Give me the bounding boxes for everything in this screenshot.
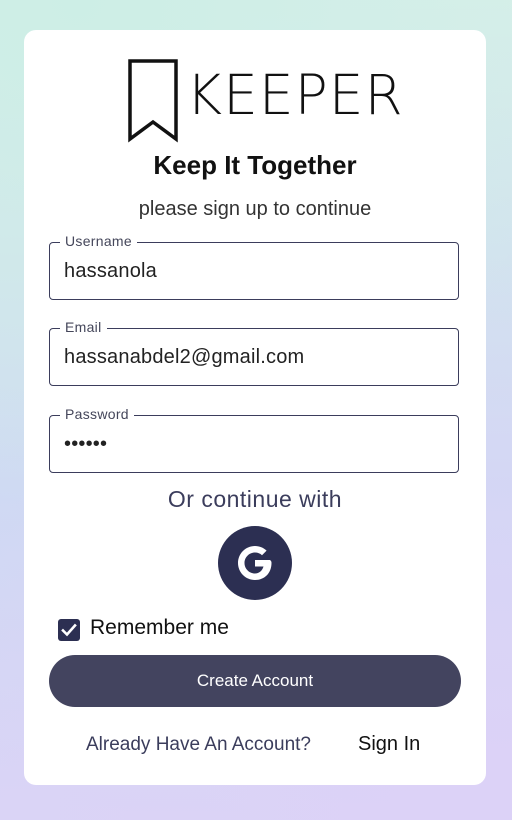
subtitle: please sign up to continue [138,198,372,220]
email-input[interactable]: hassanabdel2@gmail.com [64,346,304,369]
already-have-account-text: Already Have An Account? [86,734,311,755]
create-account-button[interactable]: Create Account [49,655,461,707]
email-label: Email [60,319,107,335]
google-signin-button[interactable] [218,526,292,600]
bookmark-icon [128,59,178,143]
remember-me-checkbox[interactable] [58,619,80,641]
username-label: Username [60,233,137,249]
username-field[interactable]: Username hassanola [49,233,459,300]
check-icon [61,623,77,637]
remember-me-label[interactable]: Remember me [90,616,229,640]
logo-text: KEEPER [186,63,404,127]
email-field[interactable]: Email hassanabdel2@gmail.com [49,319,459,386]
password-label: Password [60,406,134,422]
signup-card: KEEPER Keep It Together please sign up t… [24,30,486,785]
sign-in-link[interactable]: Sign In [358,733,420,756]
or-continue-text: Or continue with [167,486,343,512]
username-input[interactable]: hassanola [64,260,157,283]
tagline: Keep It Together [153,150,357,180]
keeper-logo: KEEPER [128,59,403,143]
password-input[interactable]: •••••• [64,433,107,456]
password-field[interactable]: Password •••••• [49,406,459,473]
google-g-icon [238,546,272,580]
